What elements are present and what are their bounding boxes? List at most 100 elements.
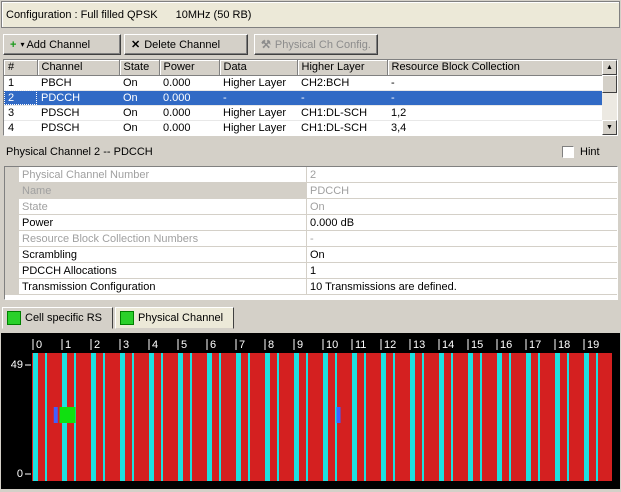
reference-signal-column (161, 353, 163, 481)
control-region (178, 353, 183, 481)
cell: 4 (4, 120, 37, 135)
prop-row[interactable]: Transmission Configuration 10 Transmissio… (5, 279, 617, 295)
table-header-row: # Channel State Power Data Higher Layer … (4, 60, 605, 76)
tab-label: Cell specific RS (25, 312, 103, 324)
cell: On (119, 75, 159, 91)
control-region (120, 353, 125, 481)
pdcch-block (336, 407, 341, 423)
subframe-label: 11 (355, 339, 366, 351)
prop-value[interactable]: On (307, 247, 617, 262)
scroll-down-icon[interactable]: ▼ (602, 120, 617, 135)
cell: 0.000 (159, 105, 219, 121)
cell: On (119, 105, 159, 121)
plus-icon: + (10, 38, 17, 51)
subframe-label: 17 (529, 339, 541, 351)
prop-row[interactable]: Scrambling On (5, 247, 617, 263)
delete-channel-button[interactable]: ✕ Delete Channel (124, 34, 248, 55)
close-icon: ✕ (131, 39, 141, 51)
control-region (584, 353, 589, 481)
col-header-higher-layer[interactable]: Higher Layer (297, 60, 388, 76)
hint-checkbox[interactable]: Hint (562, 146, 600, 158)
subframe-label: 5 (181, 339, 187, 351)
cell: - (387, 90, 604, 106)
reference-signal-column (480, 353, 482, 481)
resource-grid-view[interactable]: 0 1 2 3 4 5 6 7 8 9 10 11 12 13 14 15 16 17 18 19 49 0 (1, 333, 620, 489)
cell: PDSCH (37, 105, 119, 121)
prop-row[interactable]: Physical Channel Number 2 (5, 167, 617, 183)
subframe-label: 13 (413, 339, 425, 351)
cell: 0.000 (159, 90, 219, 106)
physical-ch-config-button[interactable]: ⚒ Physical Ch Config. (254, 34, 378, 55)
reference-signal-column (132, 353, 134, 481)
cell: 3,4 (387, 120, 604, 135)
col-header-data[interactable]: Data (219, 60, 298, 76)
prop-row[interactable]: PDCCH Allocations 1 (5, 263, 617, 279)
tab-physical-channel[interactable]: Physical Channel (115, 307, 235, 329)
col-header-state[interactable]: State (119, 60, 160, 76)
table-scrollbar[interactable]: ▲ ▼ (602, 60, 617, 135)
configuration-bar: Configuration : Full filled QPSK 10MHz (… (1, 1, 620, 28)
prop-value: On (310, 200, 325, 213)
prop-row[interactable]: Name PDCCH (5, 183, 617, 199)
pdcch-block (53, 407, 58, 423)
col-header-power[interactable]: Power (159, 60, 220, 76)
control-region (497, 353, 502, 481)
cell: On (119, 120, 159, 135)
tab-cell-specific-rs[interactable]: Cell specific RS (2, 307, 114, 329)
table-row[interactable]: 4 PDSCH On 0.000 Higher Layer CH1:DL-SCH 3,4 (4, 120, 604, 135)
reference-signal-column (509, 353, 511, 481)
add-channel-button[interactable]: + ▾ Add Channel (3, 34, 121, 55)
prop-value[interactable]: 1 (307, 263, 617, 278)
cell: 0.000 (159, 75, 219, 91)
cell: PDCCH (37, 90, 119, 106)
config-label: Configuration : Full filled QPSK (6, 8, 158, 21)
prop-row[interactable]: State On (5, 199, 617, 215)
control-region (294, 353, 299, 481)
cell: On (119, 90, 159, 106)
col-header-number[interactable]: # (4, 60, 38, 76)
cell: PDSCH (37, 120, 119, 135)
reference-signal-column (538, 353, 540, 481)
hint-label: Hint (580, 146, 600, 158)
cell: 1,2 (387, 105, 604, 121)
table-row[interactable]: 3 PDSCH On 0.000 Higher Layer CH1:DL-SCH 1,2 (4, 105, 604, 121)
scroll-up-icon[interactable]: ▲ (602, 60, 617, 75)
reference-signal-column (596, 353, 598, 481)
reference-signal-column (567, 353, 569, 481)
green-swatch-icon (7, 311, 21, 325)
reference-signal-column (277, 353, 279, 481)
reference-signal-column (451, 353, 453, 481)
resource-grid-svg: 0 1 2 3 4 5 6 7 8 9 10 11 12 13 14 15 16 17 18 19490 (11, 339, 612, 481)
cell: 2 (4, 90, 37, 106)
cell: 1 (4, 75, 37, 91)
reference-signal-column (45, 353, 47, 481)
prop-row[interactable]: Power 0.000 dB (5, 215, 617, 231)
control-region (352, 353, 357, 481)
subframe-label: 7 (239, 339, 245, 351)
cell: - (387, 75, 604, 91)
scroll-thumb[interactable] (602, 75, 617, 93)
prop-value[interactable]: 10 Transmissions are defined. (307, 279, 617, 294)
prop-value[interactable]: 0.000 dB (307, 215, 617, 230)
cell: CH1:DL-SCH (297, 120, 387, 135)
prop-key: PDCCH Allocations (19, 263, 307, 278)
prop-key: Physical Channel Number (19, 167, 307, 182)
subframe-label: 6 (210, 339, 216, 351)
table-row[interactable]: 1 PBCH On 0.000 Higher Layer CH2:BCH - (4, 75, 604, 91)
prop-row[interactable]: Resource Block Collection Numbers - (5, 231, 617, 247)
subframe-label: 16 (500, 339, 512, 351)
col-header-channel[interactable]: Channel (37, 60, 120, 76)
control-region (91, 353, 96, 481)
table-row-selected[interactable]: 2 PDCCH On 0.000- - - (4, 90, 604, 106)
bandwidth-label: 10MHz (50 RB) (175, 8, 252, 21)
green-swatch-icon (120, 311, 135, 325)
prop-value: 2 (310, 168, 317, 181)
control-region (410, 353, 415, 481)
cell: CH2:BCH (297, 75, 387, 91)
physical-ch-config-label: Physical Ch Config. (274, 38, 371, 51)
checkbox-box[interactable] (562, 146, 574, 158)
cell: Higher Layer (219, 120, 297, 135)
subframe-label: 8 (268, 339, 274, 351)
col-header-rb-collection[interactable]: Resource Block Collection (387, 60, 605, 76)
prop-value: - (310, 232, 314, 245)
